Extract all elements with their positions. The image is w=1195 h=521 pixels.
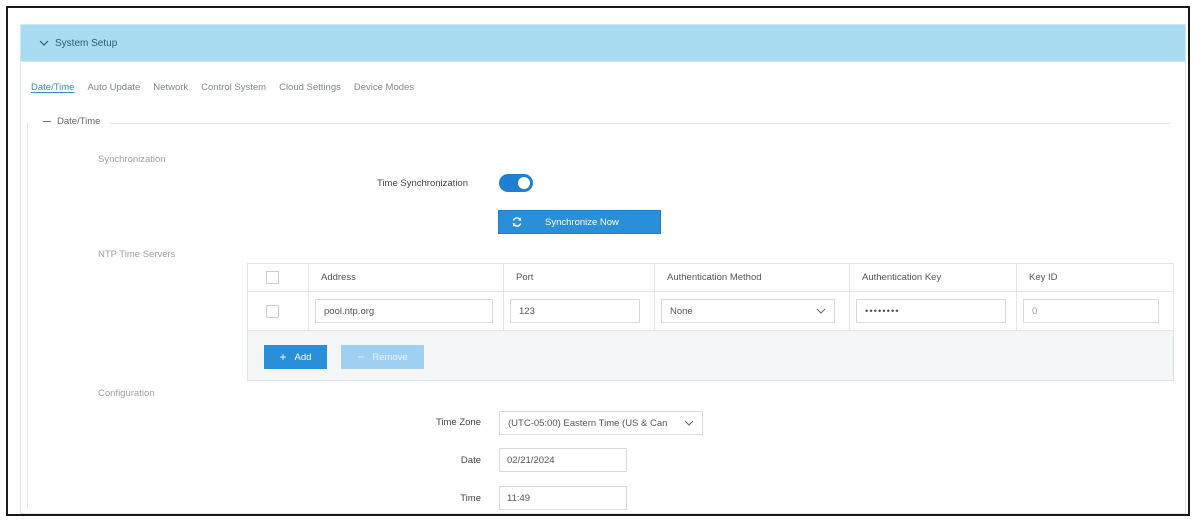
auth-key-input[interactable]: •••••••• bbox=[856, 299, 1006, 323]
section-title: System Setup bbox=[55, 37, 118, 49]
time-sync-label: Time Synchronization bbox=[377, 178, 468, 189]
time-sync-toggle[interactable] bbox=[499, 174, 533, 192]
key-id-input[interactable]: 0 bbox=[1023, 299, 1159, 323]
tab-cloud-settings[interactable]: Cloud Settings bbox=[279, 82, 341, 93]
tab-device-modes[interactable]: Device Modes bbox=[354, 82, 414, 93]
time-label: Time bbox=[460, 493, 481, 504]
date-label: Date bbox=[460, 455, 481, 466]
chevron-down-icon bbox=[816, 308, 826, 314]
port-input[interactable]: 123 bbox=[510, 299, 640, 323]
tab-auto-update[interactable]: Auto Update bbox=[87, 82, 140, 93]
header-checkbox-cell bbox=[248, 264, 309, 291]
time-input[interactable]: 11:49 bbox=[499, 486, 627, 510]
auth-method-cell: None bbox=[655, 292, 850, 330]
time-zone-label: Time Zone bbox=[435, 417, 481, 428]
refresh-icon bbox=[512, 217, 522, 227]
auth-key-cell: •••••••• bbox=[850, 292, 1017, 330]
column-header-port: Port bbox=[504, 264, 655, 291]
time-zone-value: (UTC-05:00) Eastern Time (US & Can bbox=[508, 417, 668, 429]
auth-method-select[interactable]: None bbox=[661, 299, 835, 323]
plus-icon: + bbox=[279, 350, 287, 364]
row-checkbox-cell bbox=[248, 292, 309, 330]
tab-bar: Date/Time Auto Update Network Control Sy… bbox=[31, 82, 427, 93]
system-setup-header[interactable]: System Setup bbox=[20, 24, 1186, 62]
fieldset-legend-label: Date/Time bbox=[57, 116, 101, 127]
key-id-cell: 0 bbox=[1017, 292, 1173, 330]
synchronize-now-label: Synchronize Now bbox=[545, 216, 619, 228]
fieldset-divider bbox=[109, 123, 1171, 124]
system-setup-panel: Date/Time Auto Update Network Control Sy… bbox=[20, 62, 1186, 514]
tab-date-time[interactable]: Date/Time bbox=[31, 82, 74, 93]
tab-control-system[interactable]: Control System bbox=[201, 82, 266, 93]
time-zone-select[interactable]: (UTC-05:00) Eastern Time (US & Can bbox=[499, 411, 703, 435]
minus-icon: − bbox=[357, 350, 365, 364]
select-all-checkbox[interactable] bbox=[266, 271, 279, 284]
add-button-label: Add bbox=[294, 351, 312, 363]
date-input[interactable]: 02/21/2024 bbox=[499, 448, 627, 472]
port-cell: 123 bbox=[504, 292, 655, 330]
tab-network[interactable]: Network bbox=[153, 82, 188, 93]
fieldset-legend[interactable]: Date/Time bbox=[43, 116, 100, 127]
synchronization-heading: Synchronization bbox=[98, 154, 166, 165]
column-header-auth-method: Authentication Method bbox=[655, 264, 850, 291]
column-header-address: Address bbox=[309, 264, 504, 291]
chevron-down-icon bbox=[684, 420, 694, 426]
column-header-key-id: Key ID bbox=[1029, 272, 1058, 283]
table-header: Address Port Authentication Method Authe… bbox=[248, 264, 1173, 292]
table-row: pool.ntp.org 123 None •••••••• 0 bbox=[248, 292, 1173, 331]
address-cell: pool.ntp.org bbox=[309, 292, 504, 330]
synchronize-now-button[interactable]: Synchronize Now bbox=[498, 210, 661, 234]
chevron-down-icon[interactable] bbox=[39, 38, 49, 48]
column-header-auth-key: Authentication Key bbox=[850, 264, 1017, 291]
auth-method-value: None bbox=[670, 305, 693, 317]
address-input[interactable]: pool.ntp.org bbox=[315, 299, 493, 323]
row-checkbox[interactable] bbox=[266, 304, 279, 318]
ntp-heading: NTP Time Servers bbox=[98, 249, 176, 260]
toggle-knob bbox=[518, 177, 530, 189]
remove-button[interactable]: − Remove bbox=[341, 345, 424, 369]
collapse-icon[interactable] bbox=[43, 121, 51, 122]
add-button[interactable]: + Add bbox=[264, 345, 327, 369]
app-frame: System Setup Date/Time Auto Update Netwo… bbox=[6, 6, 1190, 516]
configuration-heading: Configuration bbox=[98, 388, 155, 399]
remove-button-label: Remove bbox=[372, 351, 408, 363]
